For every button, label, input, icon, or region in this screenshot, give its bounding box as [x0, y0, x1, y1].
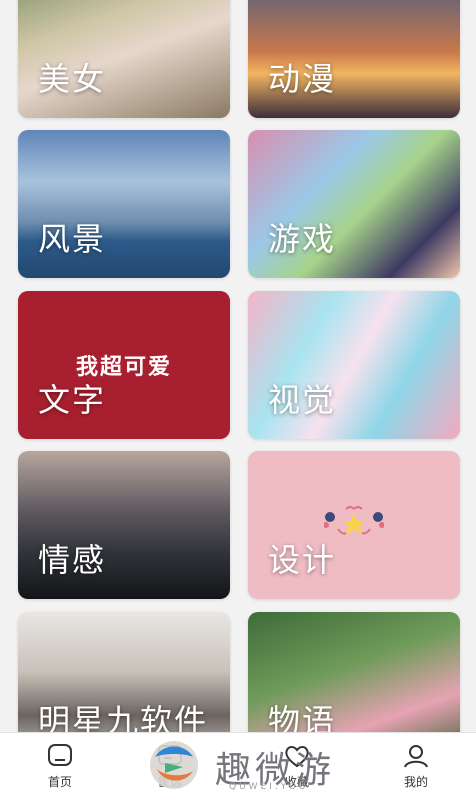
- category-label: 情感: [38, 541, 107, 579]
- category-card-dongman[interactable]: 动漫: [248, 0, 460, 118]
- category-label: 游戏: [268, 220, 337, 258]
- category-label: 视觉: [268, 381, 337, 419]
- user-icon: [404, 745, 428, 768]
- category-card-fengjing[interactable]: 风景: [18, 130, 230, 278]
- filter-icon: [158, 745, 182, 765]
- category-card-sheji[interactable]: 设计: [248, 451, 460, 599]
- category-label: 风景: [38, 220, 107, 258]
- tab-me[interactable]: 我的: [366, 739, 466, 793]
- category-label: 设计: [268, 541, 337, 579]
- category-label: 文字: [38, 381, 107, 419]
- heart-icon: [285, 746, 309, 768]
- category-card-shijue[interactable]: 视觉: [248, 291, 460, 439]
- category-label: 美女: [38, 60, 107, 98]
- tab-select[interactable]: 筐选: [120, 739, 220, 793]
- tab-label: 收藏: [284, 775, 309, 789]
- tab-label: 我的: [403, 775, 428, 789]
- tab-label: 首页: [47, 775, 72, 789]
- category-label: 物语: [268, 702, 337, 733]
- category-grid: 美女 动漫 风景 游戏 我超可爱 文字 视觉 情感 设计 明星九软件 物语: [0, 0, 476, 733]
- tab-label: 筐选: [157, 775, 182, 789]
- home-icon: [48, 744, 72, 766]
- tab-favorite[interactable]: 收藏: [247, 739, 347, 793]
- category-card-youxi[interactable]: 游戏: [248, 130, 460, 278]
- category-label: 动漫: [268, 60, 337, 98]
- bottom-tab-bar: 首页 筐选 收藏 我的: [0, 732, 476, 796]
- category-card-wuyu[interactable]: 物语: [248, 612, 460, 733]
- category-card-meinv[interactable]: 美女: [18, 0, 230, 118]
- tab-home[interactable]: 首页: [10, 739, 110, 793]
- category-card-qinggan[interactable]: 情感: [18, 451, 230, 599]
- category-card-wenzi[interactable]: 我超可爱 文字: [18, 291, 230, 439]
- category-card-mingxing[interactable]: 明星九软件: [18, 612, 230, 733]
- category-label: 明星九软件: [38, 702, 209, 733]
